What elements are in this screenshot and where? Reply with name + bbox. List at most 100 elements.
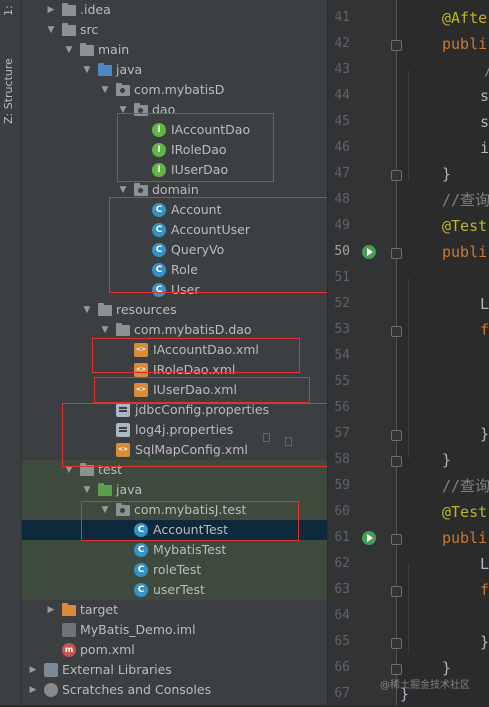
line-number: 49	[334, 218, 350, 233]
highlight-box-test	[81, 501, 299, 541]
tree-row-iml[interactable]: MyBatis_Demo.iml	[22, 620, 327, 640]
watermark: @稀土掘金技术社区	[380, 680, 470, 691]
collapse-arrow-icon[interactable]: ▼	[100, 80, 110, 100]
code-line: publi	[442, 243, 488, 261]
tree-row-mybatistest[interactable]: C MybatisTest	[22, 540, 327, 560]
expand-arrow-icon[interactable]: ▶	[46, 600, 56, 620]
tree-row-test-java[interactable]: ▼ java	[22, 480, 327, 500]
code-line: L	[480, 295, 489, 313]
tree-row-label: External Libraries	[62, 662, 172, 677]
code-line: }	[480, 425, 489, 443]
tree-row-label: roleTest	[153, 562, 202, 577]
editor-gutter: 41 42 43 44 45 46 47 48 49 50 51 52 53 5…	[328, 0, 402, 705]
project-tab[interactable]: 1:	[2, 2, 18, 16]
highlight-box-domain	[109, 197, 327, 293]
line-number: 43	[334, 62, 350, 77]
code-line: L	[480, 555, 489, 573]
folder-icon	[80, 43, 94, 56]
highlight-mark	[285, 437, 292, 446]
code-line: i	[480, 139, 489, 157]
tree-row-label: src	[80, 22, 99, 37]
code-line: s	[480, 113, 489, 131]
tree-row-resources[interactable]: ▼ resources	[22, 300, 327, 320]
tree-row-label: com.mybatisD.dao	[134, 322, 252, 337]
tree-row-label: MybatisTest	[153, 542, 227, 557]
code-area[interactable]: @Afte publi / s s i } //查询 @Test publi L…	[398, 0, 489, 705]
line-number: 51	[334, 270, 350, 285]
collapse-arrow-icon[interactable]: ▼	[64, 40, 74, 60]
expand-arrow-icon[interactable]: ▶	[46, 0, 56, 20]
code-line: //查询	[442, 191, 489, 209]
maven-file-icon: m	[62, 643, 76, 657]
line-number: 63	[334, 582, 350, 597]
code-line: @Test	[442, 503, 488, 521]
tree-row-roletest[interactable]: C roleTest	[22, 560, 327, 580]
folder-icon	[62, 3, 76, 16]
line-number-current: 50	[334, 244, 350, 259]
highlight-box-iuserdao-xml	[94, 377, 310, 403]
collapse-arrow-icon[interactable]: ▼	[100, 320, 110, 340]
line-number: 52	[334, 296, 350, 311]
package-icon	[134, 183, 148, 196]
source-folder-icon	[98, 63, 112, 76]
tree-row-target[interactable]: ▶ target	[22, 600, 327, 620]
indent-guide	[408, 278, 409, 458]
collapse-arrow-icon[interactable]: ▼	[46, 20, 56, 40]
collapse-arrow-icon[interactable]: ▼	[82, 300, 92, 320]
line-number: 60	[334, 504, 350, 519]
code-line: /	[484, 57, 489, 83]
expand-arrow-icon[interactable]: ▶	[28, 660, 38, 680]
test-class-icon: C	[134, 583, 148, 597]
highlight-box-iaccountdao-xml	[92, 338, 300, 373]
run-test-icon[interactable]	[362, 245, 376, 259]
tree-row-pom[interactable]: m pom.xml	[22, 640, 327, 660]
code-line: f	[480, 581, 489, 599]
run-test-icon[interactable]	[362, 531, 376, 545]
line-number: 46	[334, 140, 350, 155]
tree-row-main[interactable]: ▼ main	[22, 40, 327, 60]
line-number: 42	[334, 36, 350, 51]
resources-folder-icon	[98, 303, 112, 316]
tree-row-label: pom.xml	[80, 642, 135, 657]
tree-row-idea[interactable]: ▶ .idea	[22, 0, 327, 20]
tree-row-external-libraries[interactable]: ▶ External Libraries	[22, 660, 327, 680]
code-line: }	[442, 165, 452, 183]
indent-guide	[408, 70, 409, 180]
line-number: 59	[334, 478, 350, 493]
tree-row-src[interactable]: ▼ src	[22, 20, 327, 40]
tree-row-package[interactable]: ▼ com.mybatisD	[22, 80, 327, 100]
code-line: publi	[442, 529, 488, 547]
tree-row-label: resources	[116, 302, 177, 317]
line-number: 61	[334, 530, 350, 545]
line-number: 62	[334, 556, 350, 571]
project-tree: ▶ .idea ▼ src ▼ main ▼ java ▼ com.mybati…	[22, 0, 327, 705]
line-number: 67	[334, 686, 350, 701]
code-line: }	[480, 633, 489, 651]
expand-arrow-icon[interactable]: ▶	[28, 680, 38, 700]
code-line: }	[442, 451, 452, 469]
test-class-icon: C	[134, 563, 148, 577]
structure-tab[interactable]: Z: Structure	[2, 46, 18, 124]
line-number: 54	[334, 348, 350, 363]
folder-icon	[116, 323, 130, 336]
highlight-mark	[263, 433, 270, 442]
collapse-arrow-icon[interactable]: ▼	[82, 60, 92, 80]
tree-row-java[interactable]: ▼ java	[22, 60, 327, 80]
line-number: 53	[334, 322, 350, 337]
code-line: s	[480, 87, 489, 105]
code-line: f	[480, 321, 489, 339]
code-editor[interactable]: 41 42 43 44 45 46 47 48 49 50 51 52 53 5…	[328, 0, 489, 705]
line-number: 57	[334, 426, 350, 441]
tree-row-scratches[interactable]: ▶ Scratches and Consoles	[22, 680, 327, 700]
collapse-arrow-icon[interactable]: ▼	[82, 480, 92, 500]
line-number: 66	[334, 660, 350, 675]
tool-window-strip: 1: Z: Structure	[0, 0, 22, 705]
tree-row-label: target	[80, 602, 119, 617]
tree-row-usertest[interactable]: C userTest	[22, 580, 327, 600]
iml-file-icon	[62, 623, 76, 637]
test-class-icon: C	[134, 543, 148, 557]
tree-row-resources-dao[interactable]: ▼ com.mybatisD.dao	[22, 320, 327, 340]
